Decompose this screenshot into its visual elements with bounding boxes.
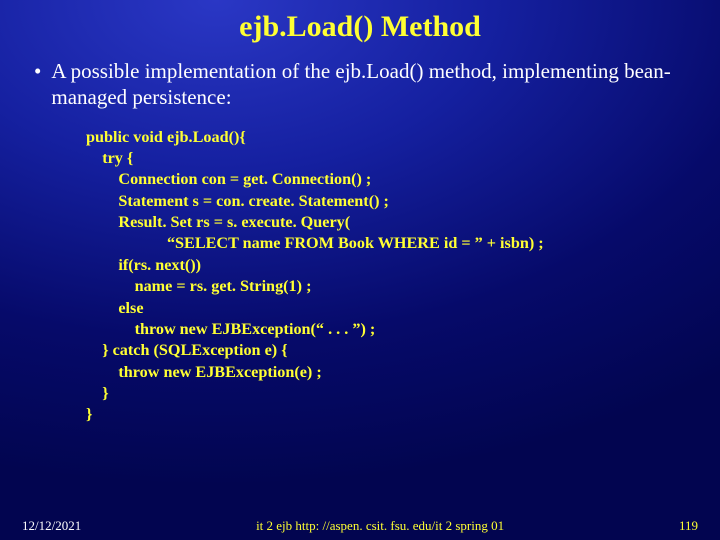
bullet-marker: • bbox=[30, 58, 51, 111]
slide-title: ejb.Load() Method bbox=[0, 0, 720, 44]
footer-center: it 2 ejb http: //aspen. csit. fsu. edu/i… bbox=[81, 518, 679, 534]
footer-page-number: 119 bbox=[679, 518, 698, 534]
code-block: public void ejb.Load(){ try { Connection… bbox=[30, 111, 690, 426]
bullet-text: A possible implementation of the ejb.Loa… bbox=[51, 58, 690, 111]
slide-body: • A possible implementation of the ejb.L… bbox=[0, 44, 720, 426]
footer-date: 12/12/2021 bbox=[22, 518, 81, 534]
slide-footer: 12/12/2021 it 2 ejb http: //aspen. csit.… bbox=[0, 518, 720, 534]
slide: ejb.Load() Method • A possible implement… bbox=[0, 0, 720, 540]
bullet-item: • A possible implementation of the ejb.L… bbox=[30, 58, 690, 111]
